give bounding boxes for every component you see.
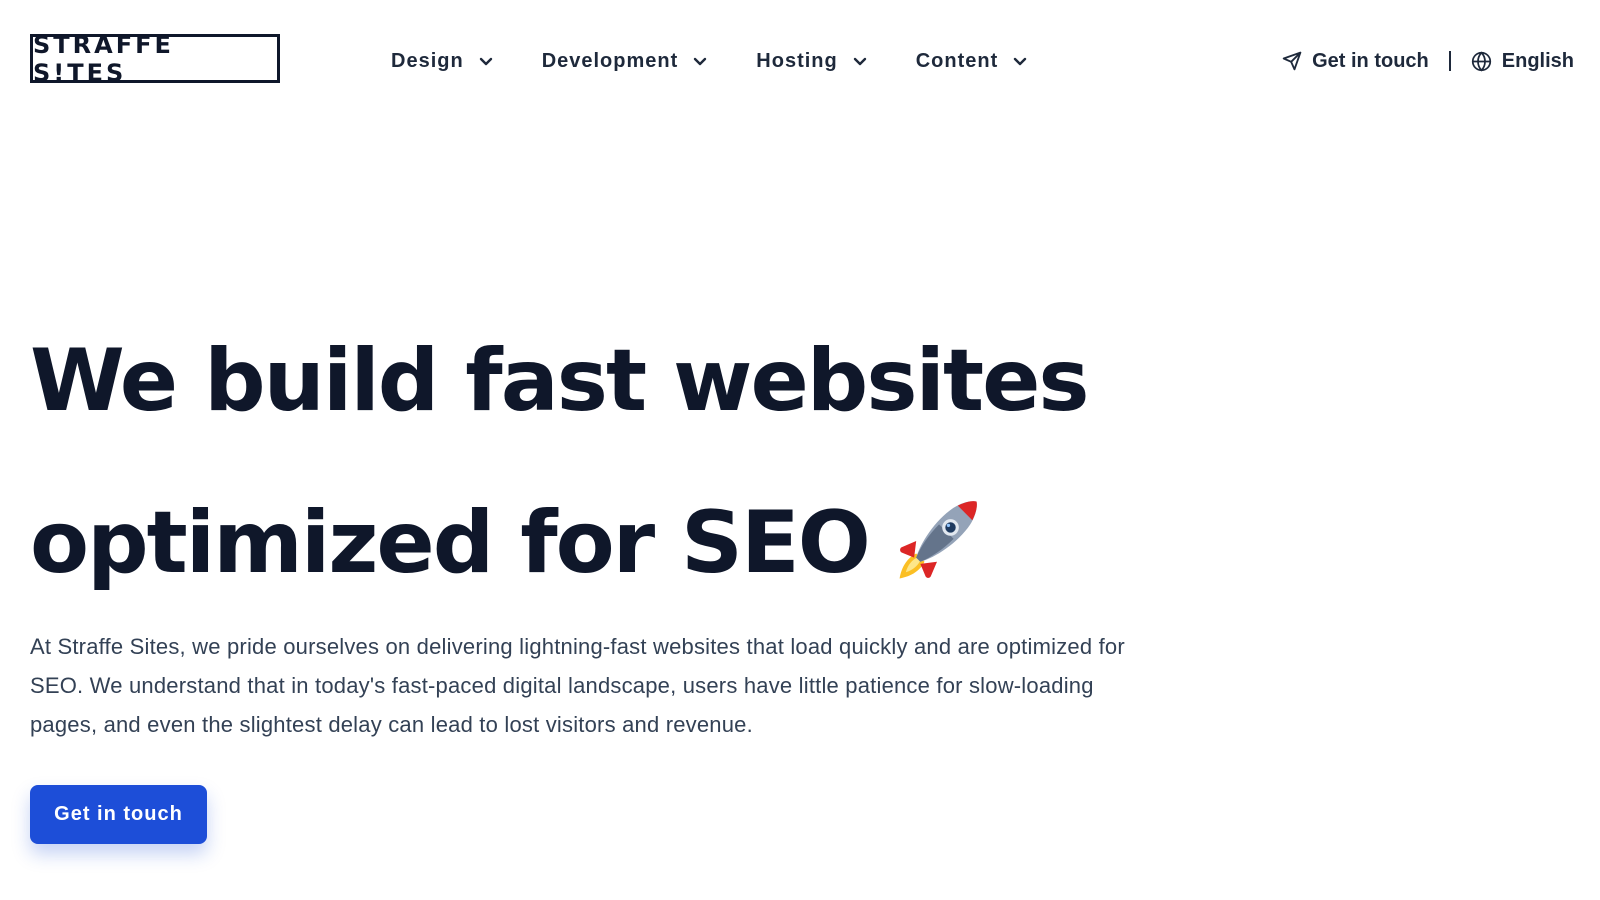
hero-description: At Straffe Sites, we pride ourselves on …: [30, 634, 1125, 737]
header-contact-link[interactable]: Get in touch: [1282, 50, 1429, 73]
rocket-icon: [899, 500, 977, 579]
nav-item-label: Hosting: [756, 49, 838, 72]
nav-item-content[interactable]: Content: [916, 50, 1029, 73]
nav-item-label: Design: [391, 49, 464, 72]
hero-title-line-2-wrap: optimized for SEO: [30, 462, 1180, 624]
site-header: STRAFFE S!TES Design Development Hosting…: [0, 0, 1600, 120]
chevron-down-icon: [479, 57, 492, 66]
chevron-down-icon: [853, 57, 866, 66]
hero-title-line-1: We build fast websites: [30, 331, 1090, 431]
nav-item-label: Development: [541, 49, 679, 72]
nav-item-design[interactable]: Design: [391, 50, 494, 73]
chevron-down-icon: [1014, 57, 1027, 66]
nav-item-label: Content: [915, 49, 999, 72]
paper-plane-icon: [1282, 51, 1302, 71]
hero-title: We build fast websites optimized for SEO: [30, 300, 1180, 624]
header-divider: [1448, 51, 1451, 71]
language-selector[interactable]: English: [1471, 50, 1574, 73]
logo-text: STRAFFE S!TES: [33, 30, 174, 87]
header-contact-label: Get in touch: [1312, 49, 1429, 72]
nav-item-hosting[interactable]: Hosting: [756, 50, 867, 73]
globe-icon: [1471, 51, 1491, 71]
nav-item-development[interactable]: Development: [542, 50, 709, 73]
hero-title-line-2: optimized for SEO: [30, 493, 871, 593]
main-nav: Design Development Hosting Content: [391, 45, 1076, 77]
header-actions: Get in touch English: [1282, 45, 1574, 77]
chevron-down-icon: [694, 57, 707, 66]
get-in-touch-button[interactable]: Get in touch: [30, 785, 207, 844]
language-label: English: [1501, 49, 1574, 72]
logo[interactable]: STRAFFE S!TES: [30, 31, 280, 87]
